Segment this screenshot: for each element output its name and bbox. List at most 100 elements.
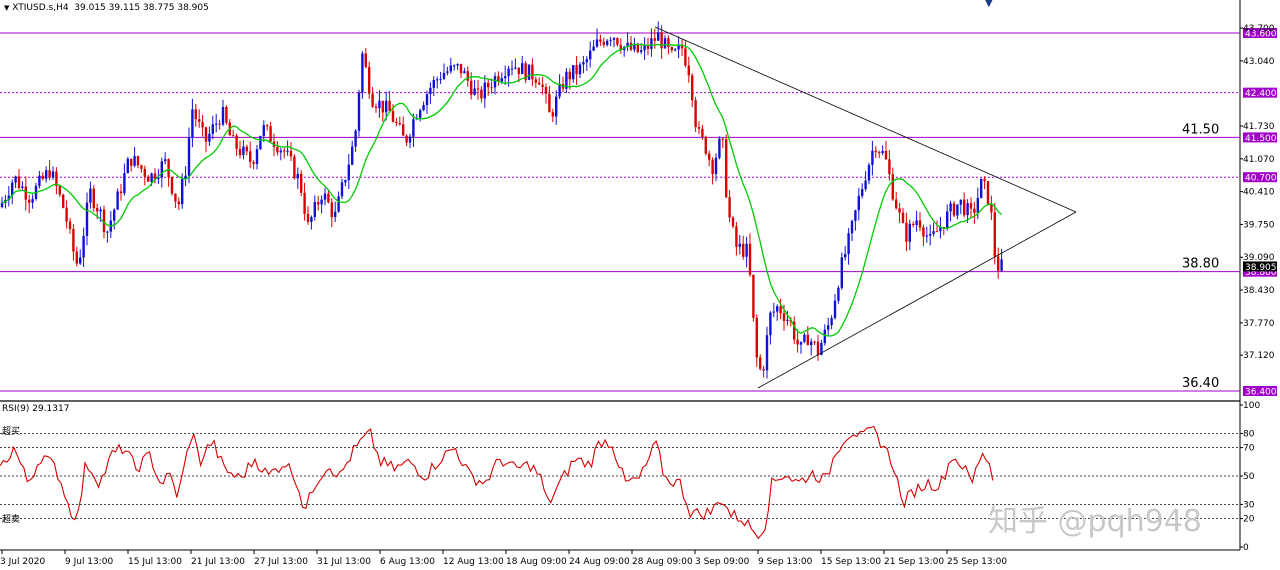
time-tick-9: 24 Aug 09:00 [569,557,630,567]
candle-body [225,107,228,123]
candle-body [79,257,82,264]
candle-body [735,226,738,247]
candle-body [612,38,616,40]
candle-body [490,87,493,89]
candle-body [568,71,571,80]
candle-body [283,150,286,152]
candle-body [371,93,374,107]
candle-body [507,68,510,77]
rsi-tick-50: 50 [1243,472,1255,482]
candle-body [106,231,109,233]
candle-body [201,121,204,128]
candle-body [85,202,89,236]
candle-body [1000,259,1003,271]
candle-body [323,193,327,200]
candle-body [75,251,78,264]
moving-average-line [1,43,1003,337]
candle-body [575,65,578,75]
time-tick-3: 21 Jul 13:00 [191,557,245,567]
candle-body [473,88,476,95]
candle-body [388,100,391,112]
candle-body [368,67,371,94]
candle-body [92,188,95,208]
candle-body [167,159,170,178]
candle-body [385,100,388,113]
candle-body [187,137,191,176]
oversold-label: 超卖 [2,515,21,525]
candle-body [731,217,735,227]
candle-body [602,41,605,45]
candle-body [306,213,310,222]
candle-body [357,92,361,131]
candle-body [687,65,690,76]
candle-body [140,165,143,169]
candle-body [449,65,452,72]
candle-body [330,202,333,218]
candle-body [466,71,469,81]
candle-body [89,188,92,203]
candle-body [320,199,323,205]
candle-body [714,157,718,175]
time-tick-2: 15 Jul 13:00 [128,557,182,567]
candle-body [429,87,432,95]
candle-body [840,257,843,288]
candle-body [895,199,898,209]
candle-body [211,124,214,134]
candle-body [170,177,174,194]
candle-body [949,203,952,212]
candle-body [215,123,218,125]
candle-body [442,72,446,79]
candle-body [504,76,507,79]
candle-body [453,65,456,67]
candle-body [126,158,129,174]
candle-body [861,189,864,196]
candle-body [262,125,265,136]
candle-body [748,243,752,275]
candle-body [888,159,891,175]
candle-body [555,96,558,117]
candle-body [113,209,116,221]
candle-body [266,125,269,127]
candle-body [810,341,813,346]
level-tag-2: 41.500 [1245,134,1277,144]
candle-body [643,45,646,51]
candle-body [194,109,197,120]
candle-body [470,80,473,95]
candle-body [160,161,163,178]
candle-body [803,334,806,342]
candle-body [966,203,969,216]
candle-body [827,325,830,330]
ohlc-values: 39.015 39.115 38.775 38.905 [74,3,209,13]
rsi-tick-30: 30 [1243,500,1255,510]
candle-body [653,38,656,41]
candle-body [980,178,983,199]
candle-body [456,63,459,66]
triangle-pattern [654,26,1077,389]
candle-body [551,112,554,117]
candle-body [779,306,782,314]
candle-body [752,274,755,318]
candle-body [208,133,211,142]
candle-body [932,231,935,234]
candle-body [300,173,303,193]
candle-body [963,199,966,216]
candle-body [408,136,412,143]
candle-body [405,135,408,143]
rsi-tick-0: 0 [1243,543,1249,553]
candle-body [181,179,184,205]
candle-body [728,197,731,218]
candle-body [422,105,425,111]
candle-body [867,164,871,181]
candle-body [150,173,153,182]
candle-body [517,67,520,75]
time-tick-6: 6 Aug 13:00 [380,557,435,567]
time-tick-15: 25 Sep 13:00 [947,557,1007,567]
time-tick-13: 15 Sep 13:00 [821,557,881,567]
candle-body [38,175,41,186]
candle-body [898,208,901,213]
candle-body [816,341,820,355]
time-tick-10: 28 Aug 09:00 [632,557,693,567]
candle-body [130,158,133,166]
candle-body [595,39,599,47]
candle-body [235,135,238,149]
